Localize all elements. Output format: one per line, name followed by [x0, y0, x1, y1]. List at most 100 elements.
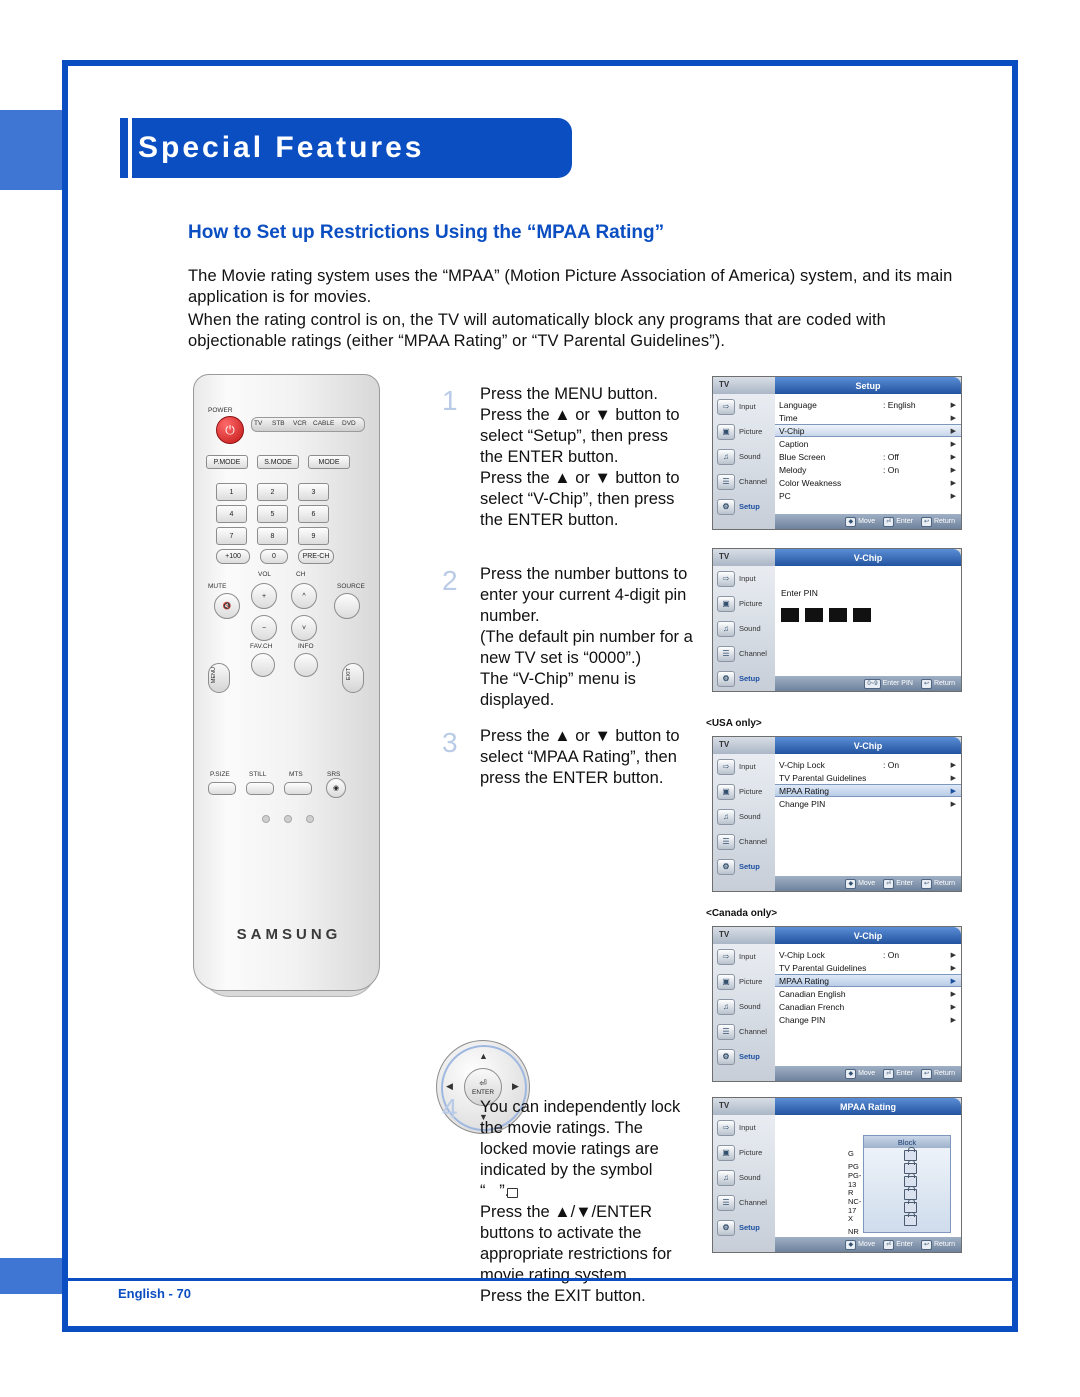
- mute-button[interactable]: 🔇: [214, 593, 240, 619]
- osd-row-tv-parental[interactable]: TV Parental Guidelines ▶: [775, 771, 961, 784]
- num-4-button[interactable]: 4: [216, 505, 247, 523]
- dpad-right-icon[interactable]: ▶: [512, 1081, 519, 1092]
- prech-button[interactable]: PRE-CH: [298, 549, 334, 564]
- sidebar-item-picture[interactable]: ▣ Picture: [713, 591, 775, 616]
- sidebar-item-input[interactable]: ⇨ Input: [713, 944, 775, 969]
- mpaa-rating-labels: G PG PG-13 R NC-17 X NR: [845, 1135, 863, 1238]
- srs-button[interactable]: ◉: [326, 778, 346, 798]
- num-7-button[interactable]: 7: [216, 527, 247, 545]
- num-6-button[interactable]: 6: [298, 505, 329, 523]
- sidebar-item-channel[interactable]: ☰ Channel: [713, 469, 775, 494]
- sidebar-item-input[interactable]: ⇨ Input: [713, 754, 775, 779]
- sidebar-item-setup[interactable]: ⚙ Setup: [713, 666, 775, 691]
- sidebar-item-input[interactable]: ⇨ Input: [713, 566, 775, 591]
- sidebar-item-sound[interactable]: ♫ Sound: [713, 616, 775, 641]
- sidebar-item-channel[interactable]: ☰ Channel: [713, 1019, 775, 1044]
- sidebar-item-channel[interactable]: ☰ Channel: [713, 829, 775, 854]
- row-label: V-Chip: [779, 425, 805, 436]
- favch-button[interactable]: [251, 653, 275, 677]
- menu-button[interactable]: MENU: [208, 663, 230, 693]
- mpaa-block-cell-x[interactable]: [864, 1212, 950, 1226]
- smode-button[interactable]: S.MODE: [257, 455, 299, 469]
- footer-return: ↩ Return: [920, 1239, 955, 1250]
- psize-button[interactable]: [208, 782, 236, 795]
- footer-return: ↩ Return: [920, 516, 955, 527]
- osd-row-tv-parental[interactable]: TV Parental Guidelines ▶: [775, 961, 961, 974]
- picture-icon: ▣: [717, 783, 735, 800]
- sidebar-item-sound[interactable]: ♫ Sound: [713, 1165, 775, 1190]
- footer-return: ↩ Return: [920, 878, 955, 889]
- info-button[interactable]: [294, 653, 318, 677]
- osd-usa-body: V-Chip Lock: On ▶ TV Parental Guidelines ▶…: [775, 754, 961, 891]
- info-label: INFO: [298, 643, 314, 650]
- num-8-button[interactable]: 8: [257, 527, 288, 545]
- num-0-button[interactable]: 0: [260, 549, 288, 564]
- sidebar-item-setup[interactable]: ⚙ Setup: [713, 854, 775, 879]
- osd-row-change-pin[interactable]: Change PIN ▶: [775, 797, 961, 810]
- sidebar-item-setup[interactable]: ⚙ Setup: [713, 1215, 775, 1240]
- sidebar-item-picture[interactable]: ▣ Picture: [713, 419, 775, 444]
- osd-row-bluescreen[interactable]: Blue Screen: Off ▶: [775, 450, 961, 463]
- exit-button[interactable]: EXIT: [342, 663, 364, 693]
- osd-row-caption[interactable]: Caption ▶: [775, 437, 961, 450]
- sidebar-item-setup[interactable]: ⚙ Setup: [713, 1044, 775, 1069]
- osd-row-canadian-french[interactable]: Canadian French ▶: [775, 1000, 961, 1013]
- channel-icon: ☰: [717, 645, 735, 662]
- sidebar-item-channel[interactable]: ☰ Channel: [713, 1190, 775, 1215]
- pin-entry-field[interactable]: [781, 608, 871, 622]
- osd-row-melody[interactable]: Melody: On ▶: [775, 463, 961, 476]
- sidebar-item-picture[interactable]: ▣ Picture: [713, 969, 775, 994]
- mpaa-block-cell-r[interactable]: [864, 1186, 950, 1200]
- sidebar-item-sound[interactable]: ♫ Sound: [713, 444, 775, 469]
- setup-icon: ⚙: [717, 858, 735, 875]
- num-3-button[interactable]: 3: [298, 483, 329, 501]
- vol-up-button[interactable]: +: [251, 583, 277, 609]
- input-icon: ⇨: [717, 1119, 735, 1136]
- sidebar-item-picture[interactable]: ▣ Picture: [713, 779, 775, 804]
- sidebar-item-channel[interactable]: ☰ Channel: [713, 641, 775, 666]
- num-9-button[interactable]: 9: [298, 527, 329, 545]
- osd-row-vchip-lock[interactable]: V-Chip Lock: On ▶: [775, 948, 961, 961]
- mpaa-block-column[interactable]: Block: [863, 1135, 951, 1233]
- chevron-right-icon: ▶: [950, 401, 956, 409]
- sidebar-item-input[interactable]: ⇨ Input: [713, 394, 775, 419]
- osd-row-language[interactable]: Language: English ▶: [775, 398, 961, 411]
- osd-row-vchip[interactable]: V-Chip ▶: [775, 424, 961, 437]
- rating-label-x: X: [848, 1214, 854, 1223]
- still-button[interactable]: [246, 782, 274, 795]
- num-5-button[interactable]: 5: [257, 505, 288, 523]
- osd-row-colorweakness[interactable]: Color Weakness ▶: [775, 476, 961, 489]
- vol-down-button[interactable]: −: [251, 615, 277, 641]
- footer-rule: [62, 1278, 1018, 1281]
- osd-row-canadian-english[interactable]: Canadian English ▶: [775, 987, 961, 1000]
- mpaa-block-cell-pg13[interactable]: [864, 1173, 950, 1187]
- sidebar-item-setup[interactable]: ⚙ Setup: [713, 494, 775, 519]
- osd-row-time[interactable]: Time ▶: [775, 411, 961, 424]
- sidebar-item-sound[interactable]: ♫ Sound: [713, 994, 775, 1019]
- osd-row-pc[interactable]: PC ▶: [775, 489, 961, 502]
- channel-down-button[interactable]: ˅: [291, 615, 317, 641]
- mpaa-block-cell-nc17[interactable]: [864, 1199, 950, 1213]
- chevron-right-icon: ▶: [950, 964, 956, 972]
- osd-row-change-pin[interactable]: Change PIN ▶: [775, 1013, 961, 1026]
- sidebar-item-picture[interactable]: ▣ Picture: [713, 1140, 775, 1165]
- power-button[interactable]: ⏻: [216, 416, 244, 444]
- mpaa-block-cell-g[interactable]: [864, 1147, 950, 1161]
- num-1-button[interactable]: 1: [216, 483, 247, 501]
- pmode-button[interactable]: P.MODE: [206, 455, 248, 469]
- num-2-button[interactable]: 2: [257, 483, 288, 501]
- osd-row-mpaa-rating[interactable]: MPAA Rating ▶: [775, 974, 961, 987]
- picture-icon: ▣: [717, 973, 735, 990]
- osd-row-vchip-lock[interactable]: V-Chip Lock: On ▶: [775, 758, 961, 771]
- channel-up-button[interactable]: ^: [291, 583, 317, 609]
- mts-button[interactable]: [284, 782, 312, 795]
- mpaa-block-cell-pg[interactable]: [864, 1160, 950, 1174]
- sidebar-item-sound[interactable]: ♫ Sound: [713, 804, 775, 829]
- plus100-button[interactable]: +100: [216, 549, 250, 564]
- mode-button[interactable]: MODE: [308, 455, 350, 469]
- sidebar-item-input[interactable]: ⇨ Input: [713, 1115, 775, 1140]
- dpad-up-icon[interactable]: ▲: [479, 1051, 488, 1061]
- source-button[interactable]: [334, 593, 360, 619]
- osd-row-mpaa-rating[interactable]: MPAA Rating ▶: [775, 784, 961, 797]
- dpad-left-icon[interactable]: ◀: [446, 1081, 453, 1092]
